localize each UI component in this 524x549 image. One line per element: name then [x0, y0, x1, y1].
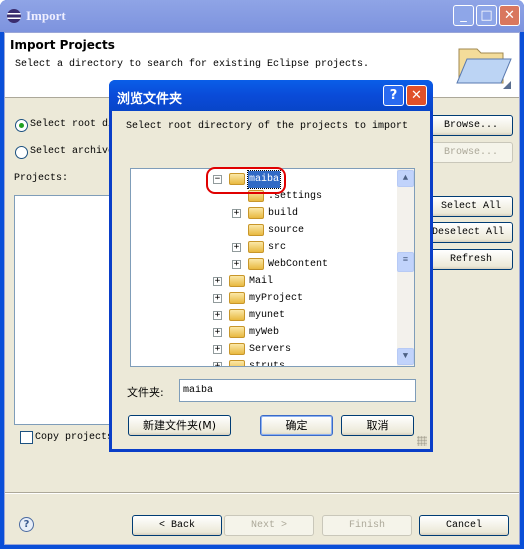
- highlight-ellipse: [206, 167, 286, 194]
- projects-label: Projects:: [14, 173, 69, 184]
- tree-item[interactable]: + Mail: [131, 273, 391, 290]
- tree-item-label: source: [268, 225, 305, 236]
- tree-item-label: myProject: [249, 293, 304, 304]
- tree-scrollbar[interactable]: ▲ ≡ ▼: [397, 169, 414, 366]
- folder-icon: [248, 207, 264, 219]
- plus-expander-icon[interactable]: +: [232, 209, 241, 218]
- dialog-body: Select root directory of the projects to…: [112, 111, 430, 449]
- plus-expander-icon[interactable]: +: [213, 311, 222, 320]
- tree-item[interactable]: + myWeb: [131, 324, 391, 341]
- dialog-cancel-button[interactable]: 取消: [341, 415, 414, 436]
- new-folder-button[interactable]: 新建文件夹(M): [128, 415, 231, 436]
- resize-grip-icon[interactable]: [417, 436, 427, 446]
- tree-item-label: WebContent: [268, 259, 329, 270]
- plus-expander-icon[interactable]: +: [232, 243, 241, 252]
- maximize-button[interactable]: □: [476, 5, 497, 26]
- window-title: Import: [26, 8, 66, 23]
- tree-item[interactable]: + struts: [131, 358, 391, 367]
- folder-icon: [248, 224, 264, 236]
- eclipse-icon: [7, 9, 21, 23]
- back-button[interactable]: < Back: [132, 515, 222, 536]
- folder-icon: [248, 241, 264, 253]
- tree-item-label: struts: [249, 361, 286, 367]
- folder-icon: [248, 258, 264, 270]
- tree-item[interactable]: + Servers: [131, 341, 391, 358]
- tree-item[interactable]: + myunet: [131, 307, 391, 324]
- tree-item-label: myWeb: [249, 327, 280, 338]
- cancel-button[interactable]: Cancel: [419, 515, 509, 536]
- select-archive-radio[interactable]: [15, 146, 28, 159]
- tree-item[interactable]: + src: [131, 239, 391, 256]
- plus-expander-icon[interactable]: +: [213, 345, 222, 354]
- plus-expander-icon[interactable]: +: [213, 294, 222, 303]
- folder-banner-icon: [456, 48, 512, 89]
- folder-icon: [229, 326, 245, 338]
- tree-item[interactable]: + build: [131, 205, 391, 222]
- dialog-title-bar: 浏览文件夹 ? ✕: [109, 80, 433, 111]
- folder-icon: [229, 360, 245, 366]
- page-title: Import Projects: [10, 38, 115, 52]
- refresh-button[interactable]: Refresh: [429, 249, 513, 270]
- tree-item-label: src: [268, 242, 287, 253]
- folder-tree[interactable]: − maiba .settings + build source + src + WebConte…: [130, 168, 415, 367]
- folder-icon: [229, 343, 245, 355]
- scroll-up-button[interactable]: ▲: [397, 170, 414, 187]
- ok-button[interactable]: 确定: [260, 415, 333, 436]
- next-button[interactable]: Next >: [224, 515, 314, 536]
- finish-button[interactable]: Finish: [322, 515, 412, 536]
- browse-archive-button[interactable]: Browse...: [429, 142, 513, 163]
- folder-icon: [229, 292, 245, 304]
- plus-expander-icon[interactable]: +: [213, 277, 222, 286]
- footer-divider: [5, 492, 519, 494]
- tree-item-label: Mail: [249, 276, 274, 287]
- folder-icon: [229, 275, 245, 287]
- copy-projects-checkbox[interactable]: [20, 431, 33, 444]
- browse-root-button[interactable]: Browse...: [429, 115, 513, 136]
- tree-item-label: Servers: [249, 344, 292, 355]
- deselect-all-button[interactable]: Deselect All: [423, 222, 513, 243]
- help-icon[interactable]: ?: [19, 517, 34, 532]
- dialog-help-button[interactable]: ?: [383, 85, 404, 106]
- page-description: Select a directory to search for existin…: [15, 59, 370, 70]
- select-all-button[interactable]: Select All: [429, 196, 513, 217]
- folder-label: 文件夹:: [127, 386, 164, 399]
- select-root-radio[interactable]: [15, 119, 28, 132]
- dialog-close-button[interactable]: ✕: [406, 85, 427, 106]
- title-bar: Import _ □ ✕: [0, 0, 524, 32]
- scroll-down-button[interactable]: ▼: [397, 348, 414, 365]
- browse-folder-dialog: 浏览文件夹 ? ✕ Select root directory of the p…: [109, 80, 433, 452]
- scroll-thumb[interactable]: ≡: [397, 252, 414, 272]
- folder-icon: [229, 309, 245, 321]
- plus-expander-icon[interactable]: +: [213, 362, 222, 366]
- minimize-button[interactable]: _: [453, 5, 474, 26]
- dialog-instruction: Select root directory of the projects to…: [126, 121, 409, 132]
- plus-expander-icon[interactable]: +: [232, 260, 241, 269]
- tree-item[interactable]: + myProject: [131, 290, 391, 307]
- tree-item-label: build: [268, 208, 299, 219]
- tree-item[interactable]: source: [131, 222, 391, 239]
- tree-item-label: myunet: [249, 310, 286, 321]
- folder-input[interactable]: [179, 379, 416, 402]
- close-button[interactable]: ✕: [499, 5, 520, 26]
- plus-expander-icon[interactable]: +: [213, 328, 222, 337]
- dialog-title: 浏览文件夹: [117, 92, 183, 107]
- tree-item[interactable]: + WebContent: [131, 256, 391, 273]
